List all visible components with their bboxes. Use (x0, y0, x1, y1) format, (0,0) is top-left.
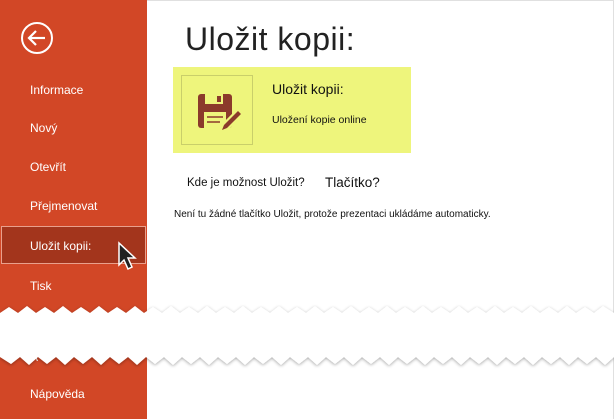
back-button[interactable] (20, 21, 54, 55)
nav-item-help[interactable]: Nápověda (0, 375, 147, 413)
torn-paper-divider (0, 306, 614, 365)
back-arrow-icon (21, 22, 53, 54)
tile-subtitle: Uložení kopie online (272, 114, 367, 126)
floppy-disk-pencil-icon (198, 94, 245, 135)
save-copy-tile[interactable]: Uložit kopii: Uložení kopie online (173, 67, 411, 153)
nav-item-open[interactable]: Otevřít (0, 148, 147, 186)
question-button-text: Tlačítko? (325, 175, 380, 190)
question-text: Kde je možnost Uložit? (187, 177, 305, 189)
page-title: Uložit kopii: (185, 21, 356, 57)
explanation-text: Není tu žádné tlačítko Uložit, protože p… (174, 209, 491, 220)
nav-item-info[interactable]: Informace (0, 71, 147, 109)
tile-icon-frame (181, 75, 253, 145)
nav-item-new[interactable]: Nový (0, 109, 147, 147)
nav-item-rename[interactable]: Přejmenovat (0, 187, 147, 225)
mouse-pointer-icon (118, 241, 137, 271)
tile-title: Uložit kopii: (272, 81, 344, 97)
